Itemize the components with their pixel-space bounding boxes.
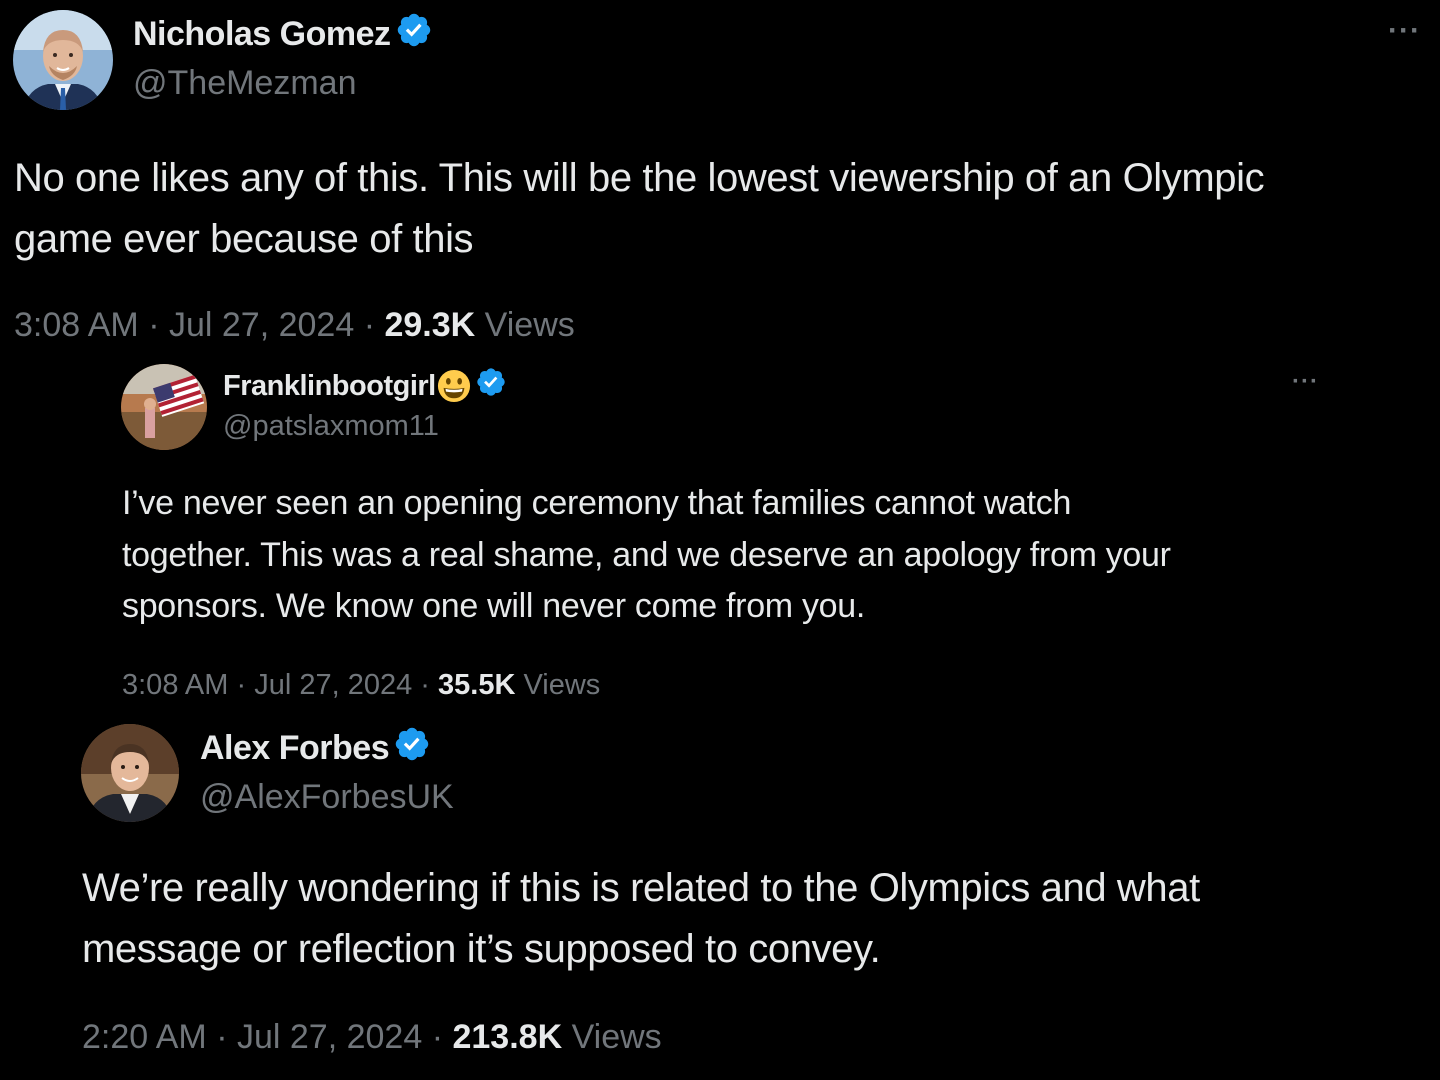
separator: · (363, 306, 376, 344)
author-name-row[interactable]: Franklinbootgirl (223, 366, 507, 406)
tweet-meta: 2:20 AM · Jul 27, 2024 · 213.8K Views (82, 1018, 662, 1057)
author-name-row[interactable]: Alex Forbes (200, 726, 431, 770)
tweet-text-line: message or reflection it’s supposed to c… (82, 927, 881, 971)
grinning-face-emoji (437, 369, 471, 403)
avatar-franklinbootgirl-image (121, 364, 207, 450)
author-handle[interactable]: @TheMezman (133, 64, 356, 103)
separator: · (420, 669, 430, 701)
tweet-meta: 3:08 AM · Jul 27, 2024 · 35.5K Views (122, 669, 600, 702)
author-name-row[interactable]: Nicholas Gomez (133, 12, 433, 56)
tweet-text-line: game ever because of this (14, 217, 474, 261)
separator: · (216, 1018, 228, 1056)
more-options-icon[interactable]: ··· (1292, 368, 1319, 396)
tweet-text-line: I’ve never seen an opening ceremony that… (122, 484, 1072, 522)
views-label: Views (571, 1018, 662, 1056)
tweet-text: We’re really wondering if this is relate… (82, 858, 1412, 980)
display-name[interactable]: Franklinbootgirl (223, 370, 436, 403)
separator: · (431, 1018, 444, 1056)
tweet-time[interactable]: 2:20 AM (82, 1018, 207, 1056)
views-label: Views (484, 306, 575, 344)
views-label: Views (523, 669, 601, 701)
verified-badge-icon[interactable] (395, 11, 433, 58)
views-count: 29.3K (384, 306, 476, 344)
verified-badge-icon[interactable] (475, 366, 507, 406)
display-name[interactable]: Alex Forbes (200, 729, 390, 768)
tweet-text-line: No one likes any of this. This will be t… (14, 156, 1265, 200)
tweet-date[interactable]: Jul 27, 2024 (254, 669, 412, 701)
avatar[interactable] (121, 364, 207, 450)
verified-badge-icon[interactable] (393, 725, 431, 772)
tweet-text-line: sponsors. We know one will never come fr… (122, 587, 866, 625)
avatar-alex-forbes-image (81, 724, 179, 822)
separator: · (148, 306, 160, 344)
author-handle[interactable]: @patslaxmom11 (223, 410, 439, 443)
tweet-text: I’ve never seen an opening ceremony that… (122, 478, 1322, 633)
separator: · (236, 669, 247, 701)
display-name[interactable]: Nicholas Gomez (133, 15, 391, 54)
tweet-meta: 3:08 AM · Jul 27, 2024 · 29.3K Views (14, 306, 575, 345)
author-handle[interactable]: @AlexForbesUK (200, 778, 454, 817)
tweet-date[interactable]: Jul 27, 2024 (237, 1018, 422, 1056)
avatar[interactable] (81, 724, 179, 822)
tweet-text-line: together. This was a real shame, and we … (122, 535, 1171, 574)
views-count: 213.8K (452, 1018, 563, 1056)
tweet-time[interactable]: 3:08 AM (122, 669, 228, 701)
tweet-text-line: We’re really wondering if this is relate… (82, 866, 1200, 910)
tweet-text: No one likes any of this. This will be t… (14, 148, 1424, 270)
avatar-nicholas-gomez-image (13, 10, 113, 110)
tweet-time[interactable]: 3:08 AM (14, 306, 139, 344)
more-options-icon[interactable]: ··· (1388, 14, 1421, 48)
tweet-date[interactable]: Jul 27, 2024 (169, 306, 354, 344)
avatar[interactable] (13, 10, 113, 110)
views-count: 35.5K (438, 669, 516, 701)
